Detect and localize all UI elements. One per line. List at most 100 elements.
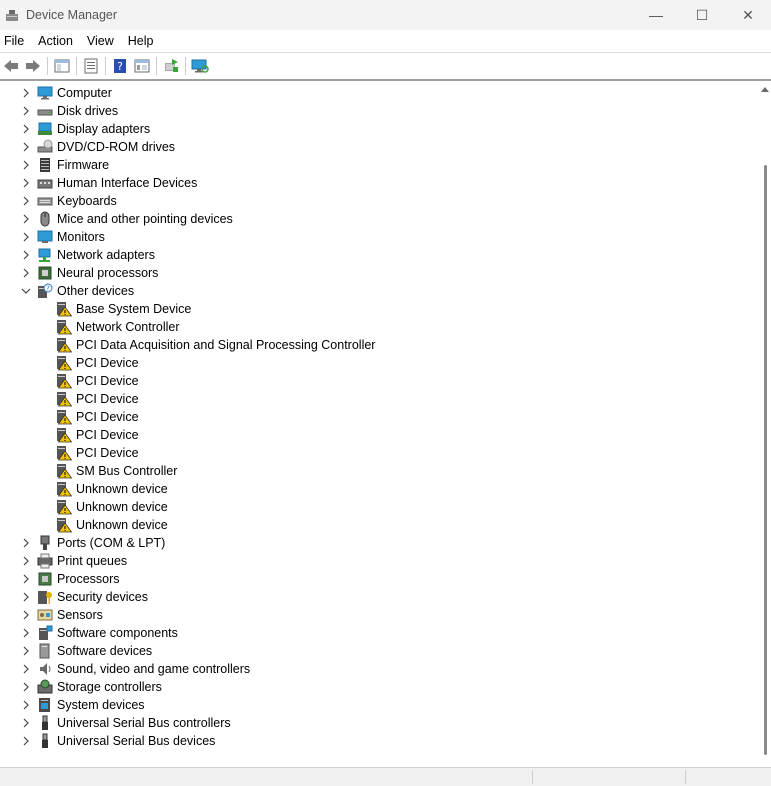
chevron-right-icon[interactable] bbox=[20, 231, 32, 243]
tree-category-human-interface-devices[interactable]: Human Interface Devices bbox=[20, 174, 197, 192]
toolbar-separator bbox=[185, 57, 186, 75]
chevron-right-icon[interactable] bbox=[20, 123, 32, 135]
tree-device-item[interactable]: Unknown device bbox=[56, 498, 168, 516]
chevron-right-icon[interactable] bbox=[20, 717, 32, 729]
show-hide-console-tree-button[interactable] bbox=[51, 55, 73, 77]
tree-device-item[interactable]: PCI Device bbox=[56, 372, 139, 390]
system-device-icon bbox=[37, 697, 53, 713]
tree-category-monitors[interactable]: Monitors bbox=[20, 228, 105, 246]
view-button[interactable] bbox=[131, 55, 153, 77]
tree-category-display-adapters[interactable]: Display adapters bbox=[20, 120, 150, 138]
help-button[interactable]: ? bbox=[109, 55, 131, 77]
tree-device-label: PCI Device bbox=[76, 446, 139, 460]
tree-device-label: Unknown device bbox=[76, 500, 168, 514]
tree-device-item[interactable]: PCI Device bbox=[56, 408, 139, 426]
tree-category-label: Monitors bbox=[57, 230, 105, 244]
tree-category-universal-serial-bus-controllers[interactable]: Universal Serial Bus controllers bbox=[20, 714, 231, 732]
tree-category-label: Universal Serial Bus controllers bbox=[57, 716, 231, 730]
tree-category-sensors[interactable]: Sensors bbox=[20, 606, 103, 624]
scan-hardware-button[interactable] bbox=[189, 55, 211, 77]
tree-category-storage-controllers[interactable]: Storage controllers bbox=[20, 678, 162, 696]
forward-button[interactable] bbox=[22, 55, 44, 77]
tree-device-item[interactable]: PCI Device bbox=[56, 426, 139, 444]
tree-category-software-components[interactable]: Software components bbox=[20, 624, 178, 642]
chevron-right-icon[interactable] bbox=[20, 645, 32, 657]
back-button[interactable] bbox=[0, 55, 22, 77]
close-button[interactable]: ✕ bbox=[725, 0, 771, 30]
tree-category-keyboards[interactable]: Keyboards bbox=[20, 192, 117, 210]
warning-device-icon bbox=[56, 373, 73, 389]
tree-device-label: Unknown device bbox=[76, 482, 168, 496]
tree-category-label: Mice and other pointing devices bbox=[57, 212, 233, 226]
sensor-icon bbox=[37, 607, 53, 623]
tree-device-item[interactable]: Unknown device bbox=[56, 516, 168, 534]
tree-category-system-devices[interactable]: System devices bbox=[20, 696, 145, 714]
tree-device-item[interactable]: PCI Device bbox=[56, 444, 139, 462]
tree-device-item[interactable]: Base System Device bbox=[56, 300, 191, 318]
chevron-right-icon[interactable] bbox=[20, 627, 32, 639]
window-title: Device Manager bbox=[26, 8, 118, 22]
warning-device-icon bbox=[56, 301, 73, 317]
tree-category-mice-and-other-pointing-devices[interactable]: Mice and other pointing devices bbox=[20, 210, 233, 228]
tree-category-software-devices[interactable]: Software devices bbox=[20, 642, 152, 660]
chevron-right-icon[interactable] bbox=[20, 735, 32, 747]
tree-category-computer[interactable]: Computer bbox=[20, 84, 112, 102]
tree-category-network-adapters[interactable]: Network adapters bbox=[20, 246, 155, 264]
tree-category-ports-com-lpt[interactable]: Ports (COM & LPT) bbox=[20, 534, 165, 552]
status-bar-divider bbox=[532, 770, 533, 784]
tree-category-label: Display adapters bbox=[57, 122, 151, 136]
tree-category-dvd-cd-rom-drives[interactable]: DVD/CD-ROM drives bbox=[20, 138, 175, 156]
tree-device-item[interactable]: PCI Device bbox=[56, 390, 139, 408]
chevron-right-icon[interactable] bbox=[20, 591, 32, 603]
menu-action[interactable]: Action bbox=[31, 34, 80, 48]
tree-category-universal-serial-bus-devices[interactable]: Universal Serial Bus devices bbox=[20, 732, 215, 750]
chevron-right-icon[interactable] bbox=[20, 177, 32, 189]
tree-device-item[interactable]: SM Bus Controller bbox=[56, 462, 177, 480]
chevron-right-icon[interactable] bbox=[20, 555, 32, 567]
scroll-up-arrow-icon[interactable] bbox=[761, 86, 769, 92]
tree-device-item[interactable]: Network Controller bbox=[56, 318, 180, 336]
minimize-button[interactable]: — bbox=[633, 0, 679, 30]
chevron-right-icon[interactable] bbox=[20, 159, 32, 171]
menu-help[interactable]: Help bbox=[121, 34, 161, 48]
tree-device-item[interactable]: PCI Data Acquisition and Signal Processi… bbox=[56, 336, 375, 354]
warning-device-icon bbox=[56, 391, 73, 407]
software-component-icon bbox=[37, 625, 53, 641]
tree-category-disk-drives[interactable]: Disk drives bbox=[20, 102, 118, 120]
menu-view[interactable]: View bbox=[80, 34, 121, 48]
tree-category-neural-processors[interactable]: Neural processors bbox=[20, 264, 158, 282]
tree-category-label: Sound, video and game controllers bbox=[57, 662, 251, 676]
maximize-button[interactable]: ☐ bbox=[679, 0, 725, 30]
menu-file[interactable]: File bbox=[0, 34, 31, 48]
chevron-right-icon[interactable] bbox=[20, 141, 32, 153]
chevron-right-icon[interactable] bbox=[20, 609, 32, 621]
chevron-right-icon[interactable] bbox=[20, 105, 32, 117]
chevron-right-icon[interactable] bbox=[20, 87, 32, 99]
chevron-right-icon[interactable] bbox=[20, 699, 32, 711]
chevron-right-icon[interactable] bbox=[20, 249, 32, 261]
vertical-scrollbar-thumb[interactable] bbox=[764, 165, 767, 755]
properties-button[interactable] bbox=[80, 55, 102, 77]
tree-device-item[interactable]: PCI Device bbox=[56, 354, 139, 372]
chevron-right-icon[interactable] bbox=[20, 573, 32, 585]
tree-category-label: Processors bbox=[57, 572, 120, 586]
tree-category-firmware[interactable]: Firmware bbox=[20, 156, 109, 174]
chevron-right-icon[interactable] bbox=[20, 267, 32, 279]
chevron-right-icon[interactable] bbox=[20, 537, 32, 549]
update-driver-button[interactable] bbox=[160, 55, 182, 77]
tree-category-label: Security devices bbox=[57, 590, 149, 604]
tree-category-other-devices[interactable]: ? Other devices bbox=[20, 282, 134, 300]
tree-category-print-queues[interactable]: Print queues bbox=[20, 552, 127, 570]
chevron-right-icon[interactable] bbox=[20, 663, 32, 675]
tree-category-processors[interactable]: Processors bbox=[20, 570, 120, 588]
chevron-right-icon[interactable] bbox=[20, 213, 32, 225]
tree-category-security-devices[interactable]: Security devices bbox=[20, 588, 148, 606]
chevron-right-icon[interactable] bbox=[20, 681, 32, 693]
keyboard-icon bbox=[37, 193, 53, 209]
chevron-down-icon[interactable] bbox=[20, 285, 32, 297]
tree-category-sound-video-and-game-controllers[interactable]: Sound, video and game controllers bbox=[20, 660, 250, 678]
tree-device-label: PCI Data Acquisition and Signal Processi… bbox=[76, 338, 376, 352]
chevron-right-icon[interactable] bbox=[20, 195, 32, 207]
tree-device-item[interactable]: Unknown device bbox=[56, 480, 168, 498]
port-icon bbox=[37, 535, 53, 551]
